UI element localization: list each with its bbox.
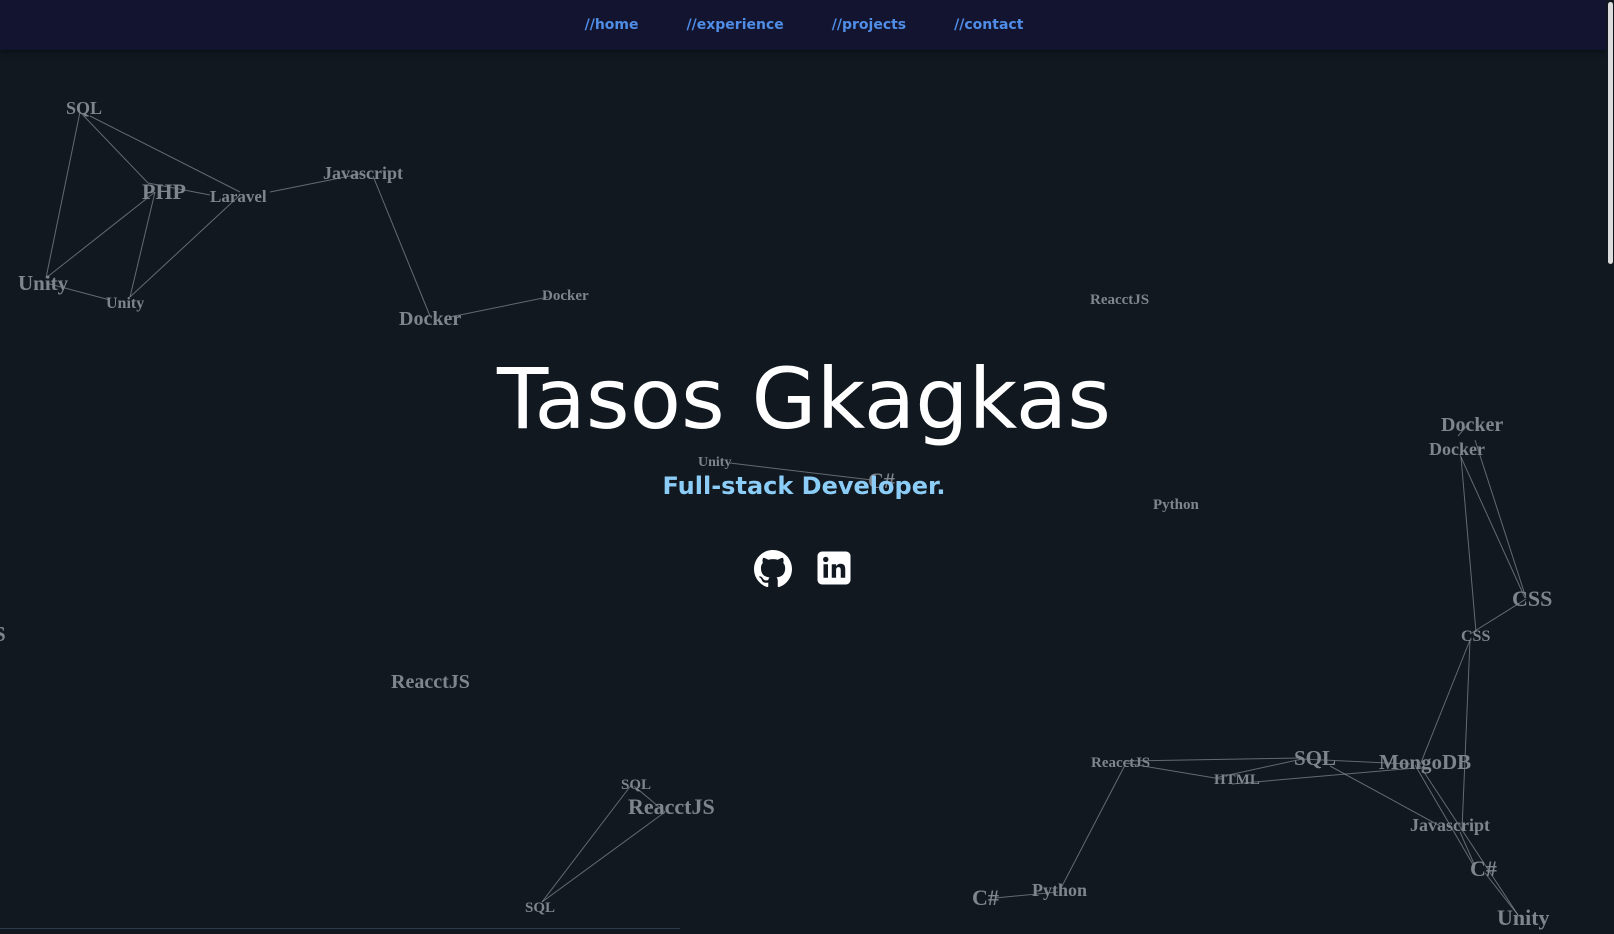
background-skill-word: SQL <box>66 98 102 118</box>
background-skill-word: Javascript <box>323 163 403 183</box>
background-skill-word: Javascript <box>1410 815 1490 835</box>
background-skill-word: SQL <box>525 900 555 916</box>
linkedin-icon <box>817 551 851 585</box>
background-skill-word: HTML <box>1214 772 1260 788</box>
github-link[interactable] <box>754 550 792 588</box>
hero-name: Tasos Gkagkas <box>497 350 1111 448</box>
background-skill-word: S <box>0 622 6 646</box>
background-skill-word: ReacctJS <box>628 794 715 819</box>
bottom-divider <box>0 928 680 929</box>
background-skill-word: SQL <box>621 777 651 793</box>
background-skill-word: Python <box>1032 880 1087 900</box>
background-skill-word: CSS <box>1512 586 1552 611</box>
top-navigation: //home //experience //projects //contact <box>0 0 1608 50</box>
background-skill-word: CSS <box>1461 628 1490 645</box>
background-skill-word: ReacctJS <box>391 671 470 693</box>
hero: Tasos Gkagkas Full-stack Developer. <box>0 350 1608 500</box>
social-links <box>0 550 1608 588</box>
nav-link-projects[interactable]: //projects <box>832 17 906 33</box>
background-skill-word: Docker <box>399 308 461 330</box>
background-skill-word: MongoDB <box>1379 750 1471 774</box>
background-skill-word: Docker <box>542 288 589 304</box>
hero-subtitle: Full-stack Developer. <box>662 472 946 500</box>
background-skill-word: PHP <box>142 179 186 204</box>
background-skill-word: C# <box>1470 856 1497 881</box>
background-skill-word: Unity <box>1497 905 1550 930</box>
background-skill-word: Unity <box>106 295 144 312</box>
nav-link-experience[interactable]: //experience <box>687 17 784 33</box>
scrollbar-thumb[interactable] <box>1608 2 1613 264</box>
nav-link-home[interactable]: //home <box>585 17 639 33</box>
background-skill-word: ReacctJS <box>1090 292 1149 308</box>
background-skill-word: ReacctJS <box>1091 755 1150 771</box>
nav-link-contact[interactable]: //contact <box>954 17 1023 33</box>
linkedin-link[interactable] <box>816 550 854 588</box>
background-skill-word: C# <box>972 885 999 910</box>
github-icon <box>754 550 792 588</box>
background-skill-word: Unity <box>18 271 69 295</box>
background-skill-word: Laravel <box>210 187 267 206</box>
background-skill-word: SQL <box>1294 746 1336 770</box>
